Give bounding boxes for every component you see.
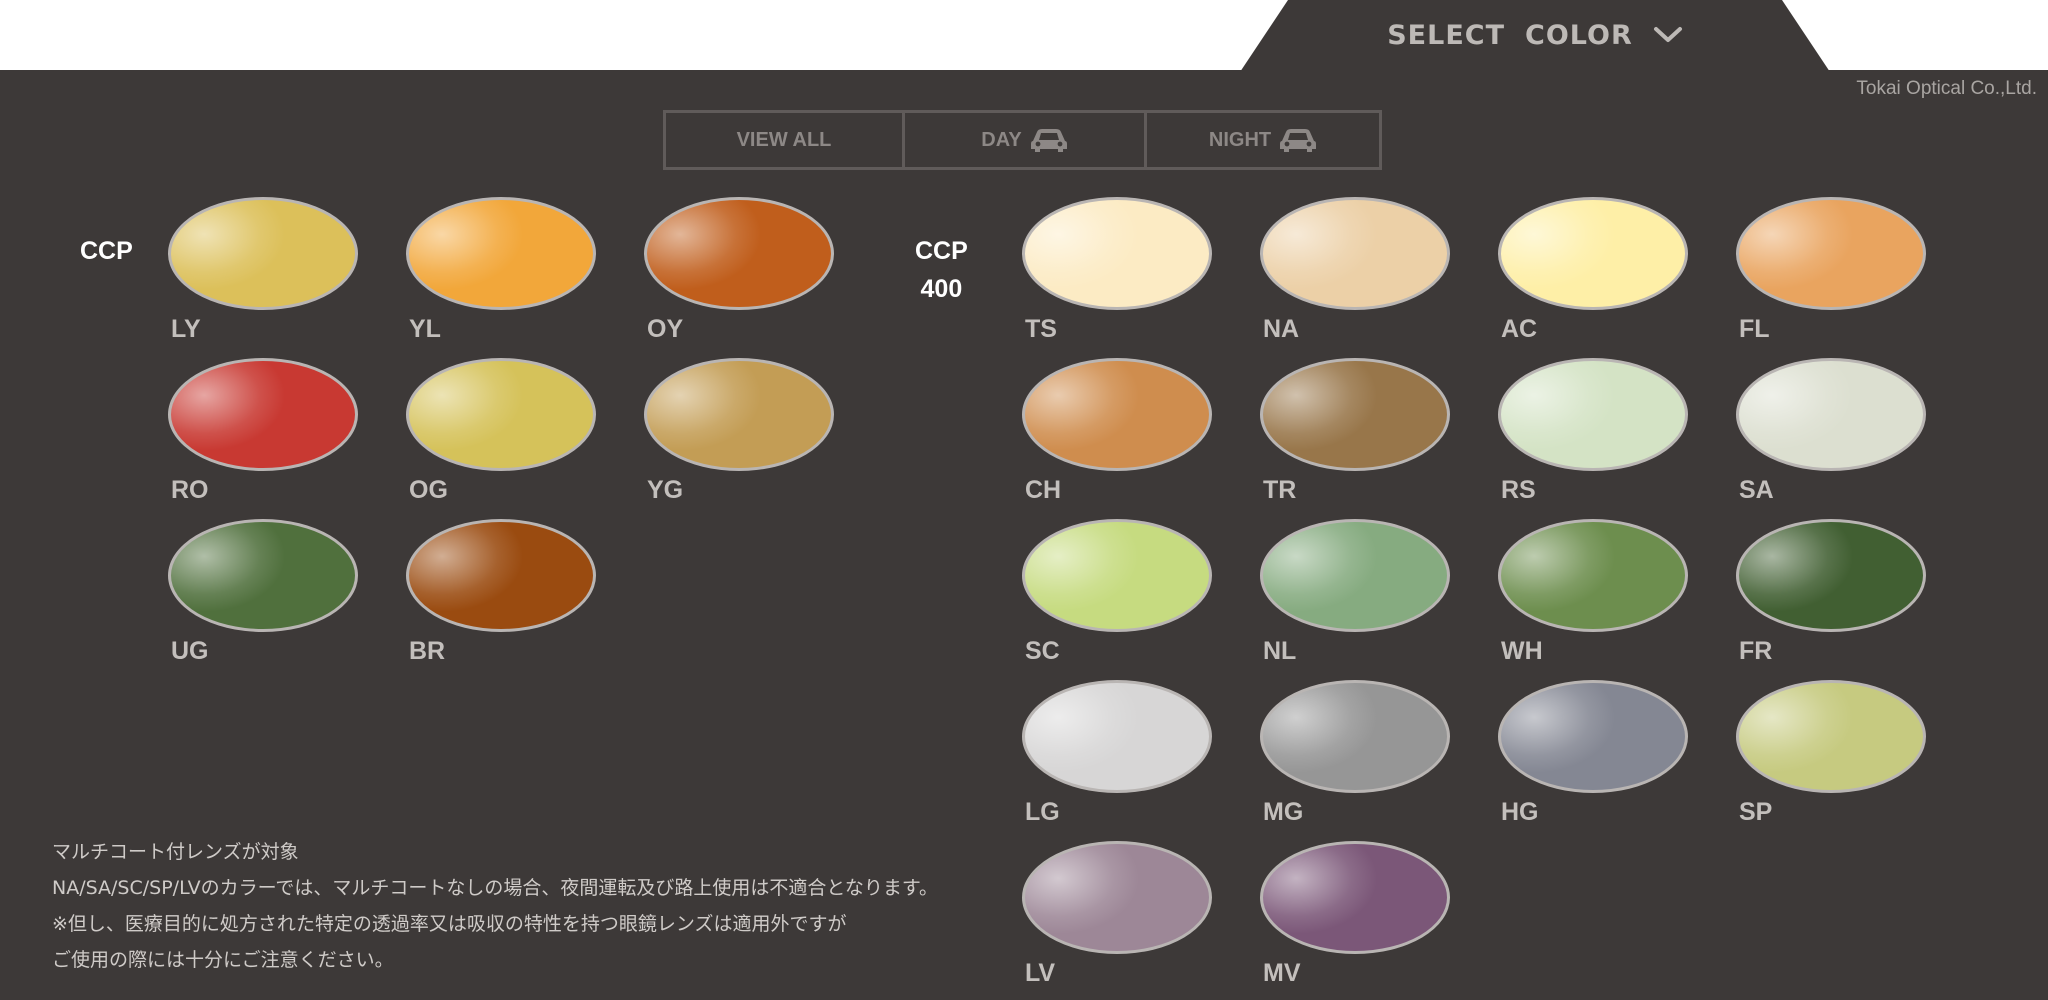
lens-code-label: MG xyxy=(1263,798,1304,826)
lens-code-label: FL xyxy=(1739,315,1770,343)
lens-swatch-fr[interactable] xyxy=(1736,519,1926,632)
car-icon xyxy=(1280,129,1317,152)
ccp-group-label: CCP xyxy=(80,237,133,265)
lens-code-label: LY xyxy=(171,315,201,343)
lens-code-label: CH xyxy=(1025,476,1062,504)
lens-swatch-na[interactable] xyxy=(1260,197,1450,310)
lens-swatch-og[interactable] xyxy=(406,358,596,471)
lens-code-label: SA xyxy=(1739,476,1774,504)
lens-code-label: LV xyxy=(1025,959,1056,987)
color-label: COLOR xyxy=(1525,19,1633,51)
note-line: ご使用の際には十分にご注意ください。 xyxy=(52,949,394,971)
lens-code-label: FR xyxy=(1739,637,1773,665)
lens-code-label: OY xyxy=(647,315,684,343)
lens-swatch-fl[interactable] xyxy=(1736,197,1926,310)
lens-swatch-mv[interactable] xyxy=(1260,841,1450,954)
night-label: NIGHT xyxy=(1208,128,1272,151)
lens-swatch-sc[interactable] xyxy=(1022,519,1212,632)
view-all-label: VIEW ALL xyxy=(736,128,832,151)
ccp400-group-label: CCP 400 xyxy=(915,237,968,303)
lens-swatch-tr[interactable] xyxy=(1260,358,1450,471)
lens-code-label: AC xyxy=(1501,315,1538,343)
lens-swatch-ts[interactable] xyxy=(1022,197,1212,310)
day-label: DAY xyxy=(981,128,1022,151)
lens-swatch-wh[interactable] xyxy=(1498,519,1688,632)
lens-swatch-sa[interactable] xyxy=(1736,358,1926,471)
lens-swatch-lg[interactable] xyxy=(1022,680,1212,793)
select-color-dropdown[interactable]: SELECT COLOR xyxy=(1240,0,1830,70)
lens-code-label: YG xyxy=(647,476,684,504)
lens-swatch-br[interactable] xyxy=(406,519,596,632)
day-button[interactable]: DAY xyxy=(902,113,1144,167)
lens-code-label: LG xyxy=(1025,798,1060,826)
lens-swatch-yg[interactable] xyxy=(644,358,834,471)
lens-code-label: SC xyxy=(1025,637,1060,665)
lens-swatch-ro[interactable] xyxy=(168,358,358,471)
lens-code-label: BR xyxy=(409,637,446,665)
lens-code-label: MV xyxy=(1263,959,1301,987)
lens-code-label: TR xyxy=(1263,476,1297,504)
company-name: Tokai Optical Co.,Ltd. xyxy=(1856,78,2037,99)
note-line: ※但し、医療目的に処方された特定の透過率又は吸収の特性を持つ眼鏡レンズは適用外で… xyxy=(52,913,847,935)
view-all-button[interactable]: VIEW ALL xyxy=(666,113,902,167)
note-line: マルチコート付レンズが対象 xyxy=(52,841,299,863)
lens-code-label: OG xyxy=(409,476,448,504)
lens-swatch-ly[interactable] xyxy=(168,197,358,310)
lens-swatch-sp[interactable] xyxy=(1736,680,1926,793)
lens-swatch-nl[interactable] xyxy=(1260,519,1450,632)
lens-swatch-lv[interactable] xyxy=(1022,841,1212,954)
lens-code-label: YL xyxy=(409,315,441,343)
lens-swatch-oy[interactable] xyxy=(644,197,834,310)
lens-swatch-mg[interactable] xyxy=(1260,680,1450,793)
lens-swatch-hg[interactable] xyxy=(1498,680,1688,793)
lens-code-label: TS xyxy=(1025,315,1057,343)
lens-code-label: NA xyxy=(1263,315,1300,343)
lens-code-label: HG xyxy=(1501,798,1539,826)
note-line: NA/SA/SC/SP/LVのカラーでは、マルチコートなしの場合、夜間運転及び路… xyxy=(52,877,938,899)
filter-bar: VIEW ALL DAY NIGHT xyxy=(663,110,1382,170)
lens-code-label: RO xyxy=(171,476,209,504)
lens-code-label: WH xyxy=(1501,637,1543,665)
lens-swatch-ch[interactable] xyxy=(1022,358,1212,471)
lens-code-label: SP xyxy=(1739,798,1773,826)
lens-code-label: RS xyxy=(1501,476,1536,504)
lens-swatch-ac[interactable] xyxy=(1498,197,1688,310)
notes: マルチコート付レンズが対象 NA/SA/SC/SP/LVのカラーでは、マルチコー… xyxy=(52,834,938,978)
lens-code-label: NL xyxy=(1263,637,1297,665)
car-icon xyxy=(1030,129,1067,152)
chevron-down-icon xyxy=(1653,27,1682,42)
lens-code-label: UG xyxy=(171,637,209,665)
lens-swatch-rs[interactable] xyxy=(1498,358,1688,471)
night-button[interactable]: NIGHT xyxy=(1144,113,1379,167)
lens-swatch-yl[interactable] xyxy=(406,197,596,310)
lens-swatch-ug[interactable] xyxy=(168,519,358,632)
select-label: SELECT xyxy=(1387,19,1505,51)
